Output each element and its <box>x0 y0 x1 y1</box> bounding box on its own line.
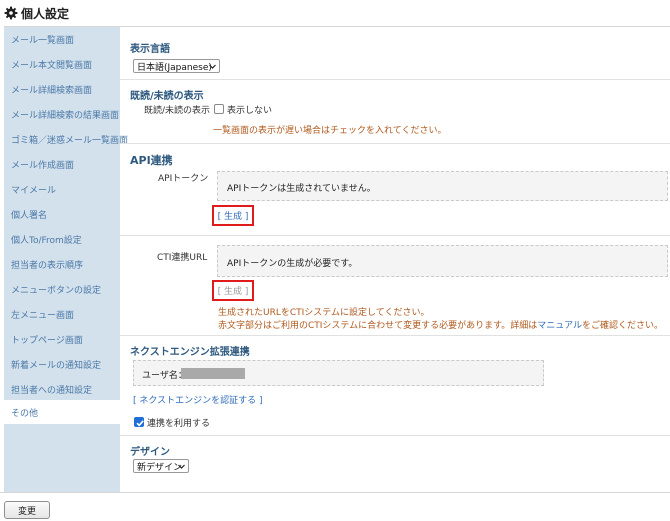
masked-username <box>181 368 245 379</box>
sidebar-item-search-results[interactable]: メール詳細検索の結果画面 <box>4 102 120 127</box>
language-select[interactable]: 日本語(Japanese) <box>133 59 220 73</box>
api-title: API連携 <box>130 154 173 167</box>
design-title: デザイン <box>130 447 170 458</box>
divider <box>120 335 670 336</box>
check-icon <box>136 420 144 427</box>
next-engine-user-box: ユーザ名： <box>133 360 544 386</box>
gear-icon <box>4 6 18 20</box>
sidebar-item-my-mail[interactable]: マイメール <box>4 177 120 202</box>
divider <box>120 143 670 144</box>
language-title: 表示言語 <box>130 44 170 55</box>
sidebar-item-top-page[interactable]: トップページ画面 <box>4 327 120 352</box>
cti-url-label: CTI連携URL <box>157 253 208 263</box>
settings-frame: メール一覧画面 メール本文閲覧画面 メール詳細検索画面 メール詳細検索の結果画面… <box>4 26 670 493</box>
page-title: 個人設定 <box>21 6 70 21</box>
sidebar-item-compose[interactable]: メール作成画面 <box>4 152 120 177</box>
settings-main: 表示言語 日本語(Japanese) 既読/未読の表示 既読/未読の表示 表示し… <box>120 27 670 493</box>
page-header: 個人設定 <box>0 0 670 26</box>
divider <box>120 435 670 436</box>
change-button[interactable]: 変更 <box>4 501 50 519</box>
api-token-label: APIトークン <box>158 174 209 184</box>
manual-link[interactable]: マニュアル <box>537 321 582 331</box>
sidebar-item-left-menu[interactable]: 左メニュー画面 <box>4 302 120 327</box>
generate-cti-url-button[interactable]: [ 生成 ] <box>212 280 254 301</box>
next-engine-auth-link[interactable]: [ ネクストエンジンを認証する ] <box>133 393 262 406</box>
cti-note-2-text: 赤文字部分はご利用のCTIシステムに合わせて変更する必要があります。詳細は <box>218 321 538 331</box>
sidebar-item-mail-body[interactable]: メール本文閲覧画面 <box>4 52 120 77</box>
divider <box>120 235 670 236</box>
hide-read-status-label: 表示しない <box>227 106 273 116</box>
cti-url-value: APIトークンの生成が必要です。 <box>227 259 358 269</box>
read-status-title: 既読/未読の表示 <box>130 91 204 102</box>
sidebar-item-assignee-order[interactable]: 担当者の表示順序 <box>4 252 120 277</box>
sidebar-item-assignee-notify[interactable]: 担当者への通知設定 <box>4 377 120 402</box>
sidebar-item-new-mail-notify[interactable]: 新着メールの通知設定 <box>4 352 120 377</box>
sidebar: メール一覧画面 メール本文閲覧画面 メール詳細検索画面 メール詳細検索の結果画面… <box>4 27 128 493</box>
read-status-note: 一覧画面の表示が遅い場合はチェックを入れてください。 <box>213 126 447 136</box>
sidebar-item-to-from[interactable]: 個人To/From設定 <box>4 227 120 252</box>
api-token-box: APIトークンは生成されていません。 <box>217 171 668 201</box>
cti-note-2-end: をご確認ください。 <box>582 321 664 331</box>
read-status-label: 既読/未読の表示 <box>144 106 211 116</box>
sidebar-item-trash-spam[interactable]: ゴミ箱／迷惑メール一覧画面 <box>4 127 128 152</box>
chevron-down-icon <box>209 63 216 70</box>
next-engine-title: ネクストエンジン拡張連携 <box>130 347 250 358</box>
api-token-value: APIトークンは生成されていません。 <box>227 184 376 194</box>
cti-url-box: APIトークンの生成が必要です。 <box>217 245 668 277</box>
sidebar-item-signature[interactable]: 個人署名 <box>4 202 120 227</box>
sidebar-item-other[interactable]: その他 <box>4 400 120 424</box>
sidebar-item-mail-search[interactable]: メール詳細検索画面 <box>4 77 120 102</box>
design-select[interactable]: 新デザイン <box>133 459 189 473</box>
language-select-value: 日本語(Japanese) <box>137 62 212 73</box>
divider <box>120 79 670 80</box>
use-integration-checkbox[interactable] <box>134 417 144 427</box>
use-integration-label: 連携を利用する <box>147 419 211 429</box>
generate-token-button[interactable]: [ 生成 ] <box>212 205 254 226</box>
hide-read-status-checkbox[interactable] <box>214 104 224 114</box>
chevron-down-icon <box>178 463 185 470</box>
cti-note-1: 生成されたURLをCTIシステムに設定してください。 <box>218 308 430 318</box>
sidebar-item-mail-list[interactable]: メール一覧画面 <box>4 27 120 52</box>
design-select-value: 新デザイン <box>137 462 183 473</box>
cti-note-2: 赤文字部分はご利用のCTIシステムに合わせて変更する必要があります。詳細はマニュ… <box>218 318 663 331</box>
footer: 変更 <box>0 492 670 521</box>
sidebar-item-menu-buttons[interactable]: メニューボタンの設定 <box>4 277 120 302</box>
